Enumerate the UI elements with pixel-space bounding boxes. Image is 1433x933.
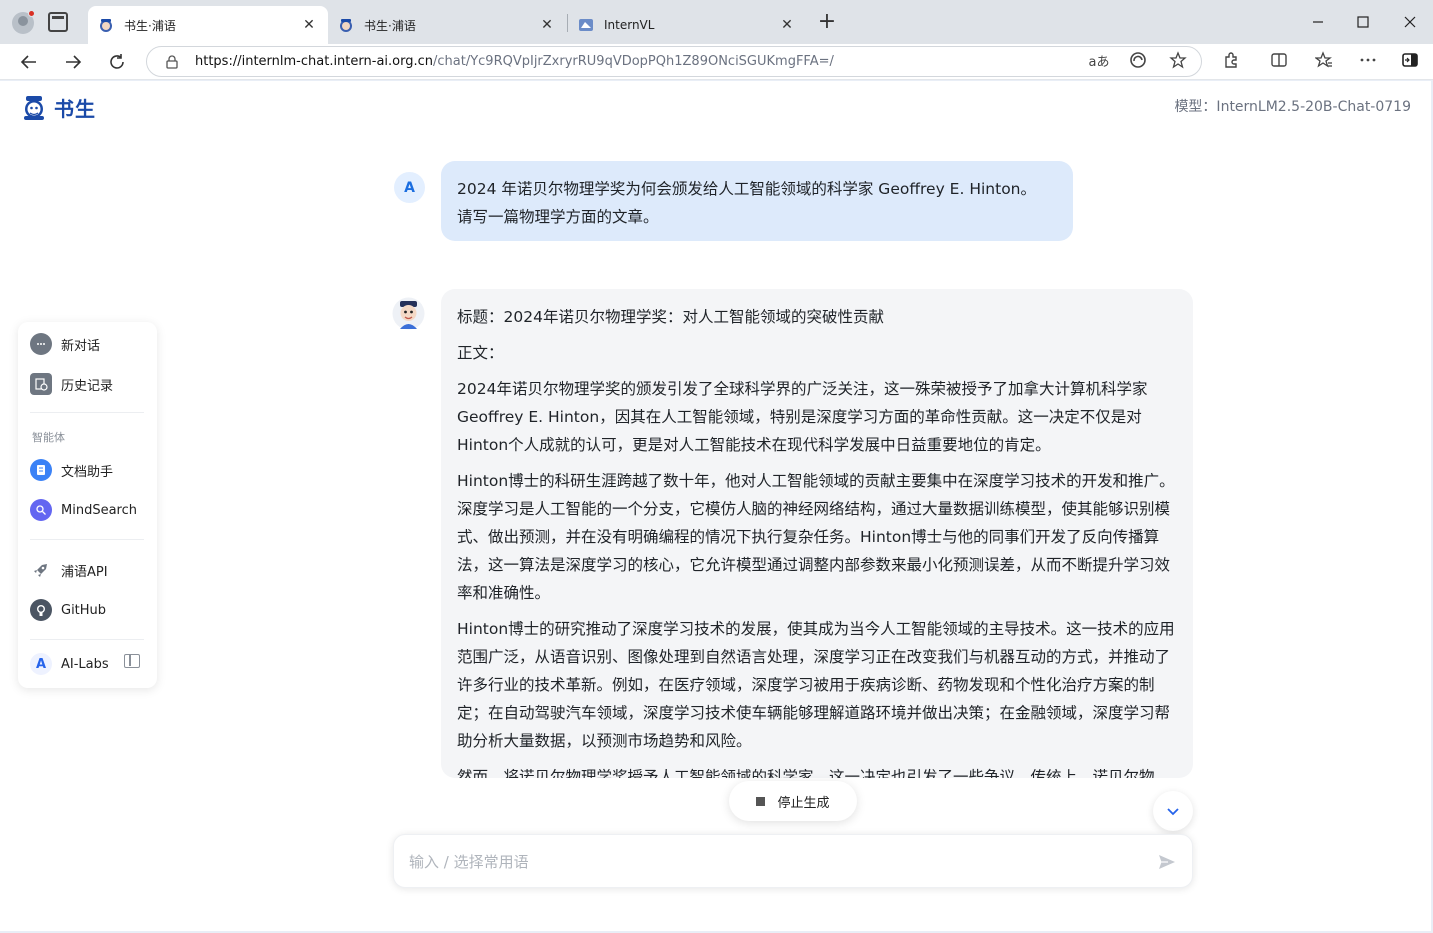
bot-message: 标题：2024年诺贝尔物理学奖：对人工智能领域的突破性贡献 正文： 2024年诺… [441, 289, 1193, 778]
send-button[interactable] [1156, 851, 1178, 873]
mindsearch-icon [30, 499, 52, 521]
tab-actions-icon[interactable] [48, 12, 68, 32]
stop-generation-button[interactable]: 停止生成 [729, 781, 857, 821]
lock-icon[interactable] [165, 54, 179, 69]
sidebar-item-label: 文档助手 [61, 464, 114, 480]
notification-dot [28, 10, 35, 17]
sidebar-item-doc-assistant[interactable]: 文档助手 [30, 458, 113, 482]
model-label[interactable]: 模型：InternLM2.5-20B-Chat-0719 [1174, 96, 1411, 116]
sidebar-item-label: 浦语API [61, 564, 108, 580]
favorites-icon[interactable] [1314, 50, 1334, 70]
bot-message-title: 标题：2024年诺贝尔物理学奖：对人工智能领域的突破性贡献 [457, 308, 884, 326]
bot-message-paragraph: 正文： [457, 344, 504, 362]
sidebar-divider [30, 539, 144, 540]
tab-label: InternVL [604, 18, 655, 32]
sidebar-item-github[interactable]: GitHub [30, 598, 106, 622]
back-icon[interactable] [15, 48, 43, 76]
address-bar[interactable]: https://internlm-chat.intern-ai.org.cn/c… [146, 46, 1202, 77]
tab-close-icon[interactable]: ✕ [538, 16, 556, 34]
stop-square-icon [756, 796, 766, 806]
minimize-icon[interactable] [1304, 8, 1332, 36]
url-text[interactable]: https://internlm-chat.intern-ai.org.cn/c… [195, 54, 834, 69]
chat-input[interactable] [409, 849, 1129, 875]
more-menu-icon[interactable] [1358, 50, 1378, 70]
edge-browser-icon[interactable] [1128, 50, 1148, 70]
chevron-down-icon [1167, 808, 1179, 816]
floating-sidebar: 新对话 历史记录 智能体 文档助手 MindSearch 浦语API GitHu… [18, 322, 157, 688]
extensions-icon[interactable] [1221, 50, 1241, 70]
user-message: 2024 年诺贝尔物理学奖为何会颁发给人工智能领域的科学家 Geoffrey E… [441, 161, 1073, 241]
bot-message-paragraph: 然而，将诺贝尔物理学奖授予人工智能领域的科学家，这一决定也引发了一些争议。传统上… [457, 768, 1155, 778]
agents-caption: 智能体 [32, 431, 65, 444]
sidebar-item-api[interactable]: 浦语API [30, 558, 108, 582]
tab-internvl[interactable]: InternVL ✕ [568, 6, 806, 44]
sidebar-item-history[interactable]: 历史记录 [30, 372, 113, 396]
shusheng-logo[interactable]: 书生 [20, 93, 96, 122]
chat-input-box [393, 834, 1193, 888]
stop-generation-label: 停止生成 [777, 795, 830, 811]
favorite-star-icon[interactable] [1168, 50, 1188, 70]
shusheng-favicon-icon [98, 17, 114, 33]
tab-shusheng-2[interactable]: 书生·浦语 ✕ [328, 6, 566, 44]
chat-page: 书生 模型：InternLM2.5-20B-Chat-0719 新对话 历史记录… [0, 81, 1431, 931]
history-icon [30, 373, 52, 395]
chat-bubble-icon [30, 333, 52, 355]
tab-label: 书生·浦语 [364, 18, 416, 33]
split-screen-icon[interactable] [1269, 50, 1289, 70]
forward-icon[interactable] [59, 48, 87, 76]
bot-message-paragraph: Hinton博士的科研生涯跨越了数十年，他对人工智能领域的贡献主要集中在深度学习… [457, 472, 1175, 602]
browser-toolbar: https://internlm-chat.intern-ai.org.cn/c… [0, 44, 1433, 80]
internvl-favicon-icon [578, 17, 594, 33]
sidebar-item-mindsearch[interactable]: MindSearch [30, 498, 137, 522]
collapse-panel-icon[interactable] [124, 654, 140, 668]
sidebar-item-label: MindSearch [61, 502, 137, 518]
sidebar-item-new-chat[interactable]: 新对话 [30, 332, 100, 356]
user-avatar: A [394, 172, 425, 203]
rocket-icon [30, 559, 52, 581]
user-message-line: 2024 年诺贝尔物理学奖为何会颁发给人工智能领域的科学家 Geoffrey E… [457, 180, 1036, 198]
user-message-line: 请写一篇物理学方面的文章。 [457, 208, 659, 226]
bot-avatar-icon [392, 297, 425, 330]
sidebar-toggle-icon[interactable] [1400, 50, 1420, 70]
shusheng-logo-icon [24, 95, 44, 120]
tab-close-icon[interactable]: ✕ [300, 16, 318, 34]
new-tab-button[interactable]: + [816, 11, 838, 34]
sidebar-item-label: 历史记录 [61, 378, 114, 394]
tab-close-icon[interactable]: ✕ [778, 16, 796, 34]
document-icon [30, 459, 52, 481]
sidebar-item-label: GitHub [61, 602, 107, 618]
shusheng-favicon-icon [338, 17, 354, 33]
sidebar-divider [30, 412, 144, 413]
sidebar-item-label: AI-Labs [61, 656, 109, 672]
refresh-icon[interactable] [103, 48, 131, 76]
maximize-icon[interactable] [1349, 8, 1377, 36]
close-window-icon[interactable] [1396, 8, 1424, 36]
sidebar-divider [30, 639, 144, 640]
scroll-to-bottom-button[interactable] [1153, 791, 1193, 831]
read-aloud-icon[interactable]: aあ [1088, 50, 1110, 70]
ailabs-icon: A [30, 653, 52, 675]
bot-message-paragraph: 2024年诺贝尔物理学奖的颁发引发了全球科学界的广泛关注，这一殊荣被授予了加拿大… [457, 380, 1148, 454]
send-icon [1159, 855, 1175, 869]
tab-label: 书生·浦语 [124, 18, 176, 33]
bot-message-paragraph: Hinton博士的研究推动了深度学习技术的发展，使其成为当今人工智能领域的主导技… [457, 620, 1175, 750]
github-icon [30, 599, 52, 621]
sidebar-item-label: 新对话 [61, 338, 101, 354]
sidebar-item-ailabs[interactable]: A AI-Labs [30, 652, 109, 676]
tab-shusheng-active[interactable]: 书生·浦语 ✕ [88, 6, 328, 44]
logo-text: 书生 [54, 97, 96, 121]
browser-tab-bar: 书生·浦语 ✕ 书生·浦语 ✕ InternVL ✕ + [0, 0, 1433, 44]
